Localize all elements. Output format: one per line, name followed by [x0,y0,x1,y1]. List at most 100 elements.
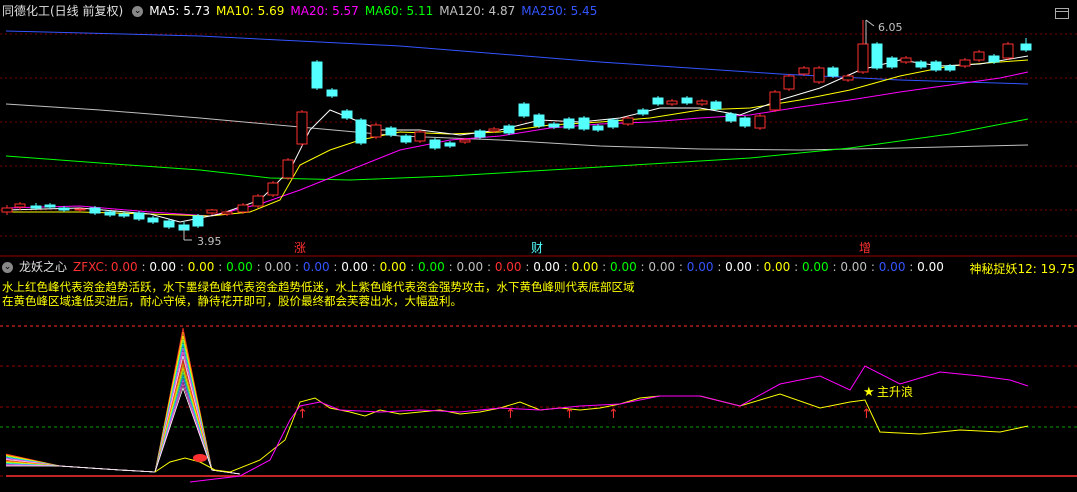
day-marker-zeng: 增 [859,241,871,255]
ma-legend-item[interactable]: MA5: 5.73 [149,4,210,18]
indicator-magenta-line [189,365,1029,483]
candle-body [666,100,678,105]
day-markers: 涨 财 增 [294,240,871,255]
ma20-line [5,71,1029,217]
description-line-1: 水上红色峰代表资金趋势活跃，水下墨绿色峰代表资金趋势低迷，水上紫色峰代表资金强势… [2,280,635,294]
candle-body [973,51,985,61]
high-price-label: 6.05 [878,21,903,34]
indicator-value: 0.00 [610,260,637,274]
candle-body [915,61,927,68]
indicator-value: 0.00 [264,260,292,274]
candle-body [133,212,145,220]
candle-body [192,215,204,227]
candle-body [459,139,471,143]
indicator-value: 0.00 [226,260,253,274]
ma120-line [5,103,1029,151]
candle-body [754,115,766,129]
ma-legend-item[interactable]: MA120: 4.87 [439,4,515,18]
indicator-value: 0.00 [917,260,944,274]
candle-body [282,159,294,179]
candle-body [533,114,545,127]
candle-body [1020,43,1032,51]
star-icon: ★ [863,385,875,400]
up-arrow-icon: ↑ [505,407,516,422]
ma10-line [6,59,1029,217]
candle-body [44,204,56,208]
indicator-value: 0.00 [187,260,215,274]
candle-body [429,139,441,149]
ma60-line [5,118,1029,181]
chart-canvas[interactable]: 6.05 3.95 涨 财 增 ★ 主升浪 ↑ ↑ ↑ ↑ ↑ [0,0,1077,492]
indicator-value: 0.00 [571,260,599,274]
indicator-value: 0.00 [686,260,714,274]
indicator-description: 水上红色峰代表资金趋势活跃，水下墨绿色峰代表资金趋势低迷，水上紫色峰代表资金强势… [2,280,635,308]
ma-legend-item[interactable]: MA250: 5.45 [521,4,597,18]
candle-body [696,100,708,105]
candle-body [414,131,426,142]
up-arrow-icon: ↑ [861,407,872,422]
indicator-value: 0.00 [878,260,906,274]
indicator-values: 0.00 : 0.00 : 0.00 : 0.00 : 0.00 : 0.00 … [110,260,944,274]
day-marker-cai: 财 [531,241,543,255]
candle-body [221,211,233,215]
candle-body [355,119,367,144]
ma-legend-item[interactable]: MA10: 5.69 [216,4,284,18]
indicator-value: 0.00 [456,260,484,274]
indicator-fan-line [5,343,241,475]
indicator-value: 0.00 [725,260,752,274]
grid-lines [0,33,1077,237]
candle-body [206,209,218,214]
ma-legend-item[interactable]: MA60: 5.11 [365,4,433,18]
candle-body [104,211,116,216]
indicator-value: 0.00 [418,260,445,274]
main-wave-label: 主升浪 [877,384,913,399]
candle-body [147,217,159,223]
candle-body [798,67,810,75]
price-header: 同德化工(日线 前复权) ⌄ MA5: 5.73 MA10: 5.69 MA20: 5.… [2,2,609,22]
description-line-2: 在黄色峰区域逢低买进后，耐心守候，静待花开即可，股价最终都会芙蓉出水，大幅盈利。 [2,294,462,308]
candle-body [710,101,722,110]
indicator-value: 0.00 [533,260,560,274]
indicator-value: 0.00 [302,260,330,274]
candle-body [548,123,560,128]
candle-body [503,125,515,134]
indicator-header: ⌄ 龙妖之心 ZFXC: 0.00 : 0.00 : 0.00 : 0.00 : 0.… [2,258,950,278]
indicator-value: 0.00 [149,260,177,274]
main-wave-annotation: ★ 主升浪 [863,384,913,400]
peak-marker [193,454,207,462]
indicator-value: 0.00 [341,260,368,274]
candle-body [400,135,412,143]
candle-body [474,130,486,138]
candle-body [886,57,898,68]
candle-body [769,91,781,111]
candle-body [607,119,619,128]
candle-body [592,125,604,131]
candle-body [267,182,279,196]
ma-legend: MA5: 5.73 MA10: 5.69 MA20: 5.57 MA60: 5.11 M… [149,4,603,18]
chevron-down-icon[interactable]: ⌄ [2,262,13,273]
calendar-icon[interactable] [1055,4,1069,19]
indicator-fan-line [5,347,241,475]
candle-body [296,111,308,145]
ma5-line [5,55,1029,223]
candle-body [842,75,854,81]
indicator-title[interactable]: 龙妖之心 [19,260,67,274]
candle-body [988,55,1000,63]
candle-body [739,117,751,127]
candle-body [652,97,664,105]
candle-body [252,195,264,207]
candle-body [341,110,353,119]
low-price-label: 3.95 [197,235,222,248]
candle-body [444,142,456,147]
candle-body [163,220,175,228]
ma-legend-item[interactable]: MA20: 5.57 [290,4,358,18]
chevron-down-icon[interactable]: ⌄ [132,6,144,17]
candle-body [563,118,575,129]
candle-body [637,109,649,115]
candle-body [311,61,323,89]
stock-title[interactable]: 同德化工(日线 前复权) [2,4,123,18]
candle-body [488,128,500,132]
candle-body [326,89,338,97]
up-arrow-icon: ↑ [297,407,308,422]
candle-body [30,205,42,209]
